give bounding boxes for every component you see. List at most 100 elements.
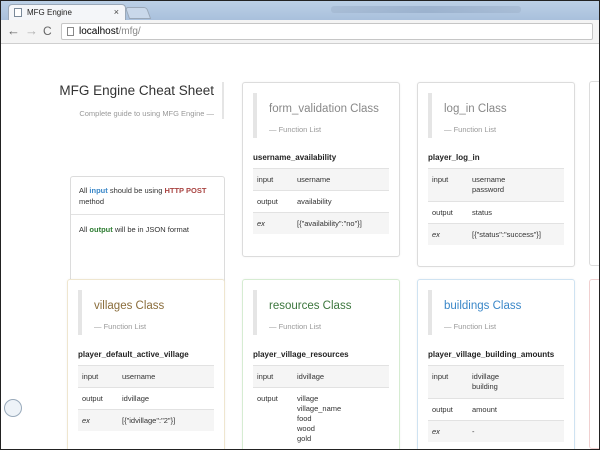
- row-value: availability: [293, 190, 389, 213]
- function-name: player_village_building_amounts: [428, 350, 555, 359]
- class-header: resources Class — Function List: [253, 290, 391, 335]
- page-favicon-icon: [14, 8, 22, 17]
- row-value: status: [468, 201, 564, 224]
- close-tab-icon[interactable]: ×: [114, 7, 119, 17]
- table-row: output amount: [428, 398, 564, 421]
- class-header: villages Class — Function List: [78, 290, 216, 335]
- table-row: input idvillage building: [428, 365, 564, 399]
- new-tab-button[interactable]: [124, 7, 152, 19]
- log-in-class-card: log_in Class — Function List player_log_…: [417, 82, 575, 267]
- class-subtitle: — Function List: [269, 125, 322, 134]
- function-table: input username output idvillage ex [{"idvil…: [78, 365, 214, 431]
- table-row: input idvillage: [253, 365, 389, 388]
- class-subtitle: — Function List: [269, 322, 322, 331]
- villages-class-card: villages Class — Function List player_de…: [67, 279, 225, 449]
- class-header: log_in Class — Function List: [428, 93, 566, 138]
- form-validation-class-card: form_validation Class — Function List us…: [242, 82, 400, 257]
- output-note: All output will be in JSON format: [79, 225, 190, 234]
- buildings-class-card: buildings Class — Function List player_v…: [417, 279, 575, 449]
- class-header: form_validation Class — Function List: [253, 93, 391, 138]
- class-subtitle: — Function List: [444, 322, 497, 331]
- row-key: input: [428, 365, 468, 399]
- row-key: input: [78, 365, 118, 388]
- row-value: [{"availability":"no"}]: [293, 212, 389, 234]
- resources-class-card: resources Class — Function List player_v…: [242, 279, 400, 449]
- row-value: username: [118, 365, 214, 388]
- function-name: username_availability: [253, 153, 337, 162]
- row-key: ex: [78, 409, 118, 431]
- table-row: input username: [78, 365, 214, 388]
- next-card-edge: [589, 279, 599, 449]
- class-header: buildings Class — Function List: [428, 290, 566, 335]
- row-value: village village_name food wood gold: [293, 387, 389, 449]
- intro-notes: All input should be using HTTP POST meth…: [70, 176, 225, 294]
- table-row: ex -: [428, 420, 564, 442]
- tab-bar: MFG Engine ×: [1, 1, 599, 20]
- row-key: input: [428, 168, 468, 202]
- tab-title: MFG Engine: [27, 8, 72, 17]
- row-value: [{"status":"success"}]: [468, 223, 564, 245]
- row-value: idvillage building: [468, 365, 564, 399]
- row-key: output: [428, 398, 468, 421]
- row-key: input: [253, 168, 293, 191]
- function-name: player_village_resources: [253, 350, 349, 359]
- row-key: ex: [428, 420, 468, 442]
- next-card-edge: [589, 81, 599, 266]
- table-row: input username password: [428, 168, 564, 202]
- row-key: output: [428, 201, 468, 224]
- row-value: [{"idvillage":"2"}]: [118, 409, 214, 431]
- page-content: MFG Engine Cheat Sheet Complete guide to…: [1, 45, 599, 449]
- row-key: output: [253, 387, 293, 449]
- browser-window: MFG Engine × ← → C localhost/mfg/ MFG En…: [0, 0, 600, 450]
- row-value: amount: [468, 398, 564, 421]
- row-value: idvillage: [118, 387, 214, 410]
- forward-arrow-icon[interactable]: →: [25, 24, 38, 38]
- table-row: output status: [428, 201, 564, 224]
- function-name: player_default_active_village: [78, 350, 189, 359]
- class-title: form_validation Class: [269, 103, 379, 115]
- class-subtitle: — Function List: [94, 322, 147, 331]
- page-title: MFG Engine Cheat Sheet: [59, 83, 214, 98]
- row-key: output: [78, 387, 118, 410]
- url-host: localhost: [79, 26, 119, 37]
- back-arrow-icon[interactable]: ←: [7, 24, 20, 38]
- address-bar[interactable]: localhost/mfg/: [61, 23, 593, 40]
- function-table: input username password output status ex [{"…: [428, 168, 564, 245]
- table-row: ex [{"status":"success"}]: [428, 223, 564, 245]
- function-name: player_log_in: [428, 153, 480, 162]
- row-value: idvillage: [293, 365, 389, 388]
- class-subtitle: — Function List: [444, 125, 497, 134]
- table-row: input username: [253, 168, 389, 191]
- output-keyword: output: [89, 225, 113, 234]
- function-table: input username output availability ex [{"av…: [253, 168, 389, 234]
- class-title: villages Class: [94, 300, 165, 312]
- navigation-bar: ← → C localhost/mfg/: [1, 20, 599, 44]
- intro-header: MFG Engine Cheat Sheet Complete guide to…: [59, 82, 224, 119]
- class-title: resources Class: [269, 300, 352, 312]
- reload-icon[interactable]: C: [43, 24, 52, 38]
- function-table: input idvillage output village village_na…: [253, 365, 389, 449]
- class-title: log_in Class: [444, 103, 507, 115]
- row-value: username: [293, 168, 389, 191]
- table-row: output idvillage: [78, 387, 214, 410]
- class-title: buildings Class: [444, 300, 522, 312]
- input-keyword: input: [89, 186, 108, 195]
- divider: [71, 214, 224, 215]
- row-key: output: [253, 190, 293, 213]
- row-key: ex: [253, 212, 293, 234]
- table-row: ex [{"idvillage":"2"}]: [78, 409, 214, 431]
- row-key: ex: [428, 223, 468, 245]
- input-note: All input should be using HTTP POST meth…: [79, 186, 207, 206]
- page-subtitle: Complete guide to using MFG Engine —: [79, 109, 214, 118]
- browser-tab[interactable]: MFG Engine ×: [8, 4, 126, 20]
- table-row: output village village_name food wood go…: [253, 387, 389, 449]
- page-icon: [67, 27, 74, 36]
- taskbar-icon[interactable]: [4, 399, 22, 417]
- window-title-blurred: [331, 6, 521, 13]
- row-value: username password: [468, 168, 564, 202]
- table-row: output availability: [253, 190, 389, 213]
- row-key: input: [253, 365, 293, 388]
- http-post-keyword: HTTP POST: [164, 186, 207, 195]
- function-table: input idvillage building output amount ex -: [428, 365, 564, 442]
- url-path: /mfg/: [118, 26, 141, 37]
